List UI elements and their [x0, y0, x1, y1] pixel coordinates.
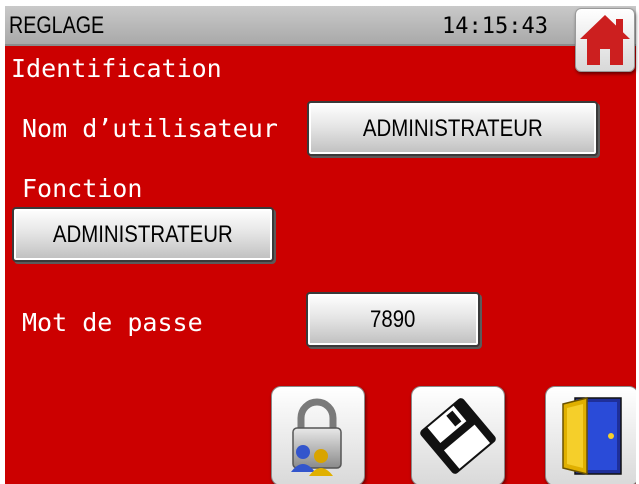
section-heading: Identification [11, 54, 222, 83]
home-button[interactable] [575, 8, 635, 72]
password-label: Mot de passe [22, 308, 203, 337]
password-value: 7890 [370, 305, 416, 333]
clock-display: 14:15:43 [442, 14, 548, 39]
settings-panel: REGLAGE 14:15:43 Identification Nom d’ut… [5, 6, 636, 484]
function-button[interactable]: ADMINISTRATEUR [12, 207, 274, 262]
floppy-disk-icon [420, 398, 496, 474]
username-button[interactable]: ADMINISTRATEUR [307, 101, 598, 156]
username-label: Nom d’utilisateur [22, 114, 278, 143]
username-value: ADMINISTRATEUR [362, 114, 543, 142]
lock-users-button[interactable] [271, 386, 365, 484]
exit-door-icon [562, 397, 622, 475]
save-button[interactable] [411, 386, 505, 484]
exit-button[interactable] [545, 386, 636, 484]
function-label: Fonction [22, 174, 143, 203]
home-icon [580, 15, 630, 65]
hmi-screen: REGLAGE 14:15:43 Identification Nom d’ut… [0, 0, 639, 484]
function-value: ADMINISTRATEUR [53, 220, 233, 248]
lock-users-icon [291, 398, 342, 476]
screen-title: REGLAGE [9, 12, 105, 39]
title-bar: REGLAGE 14:15:43 [5, 6, 636, 46]
password-button[interactable]: 7890 [306, 292, 480, 347]
